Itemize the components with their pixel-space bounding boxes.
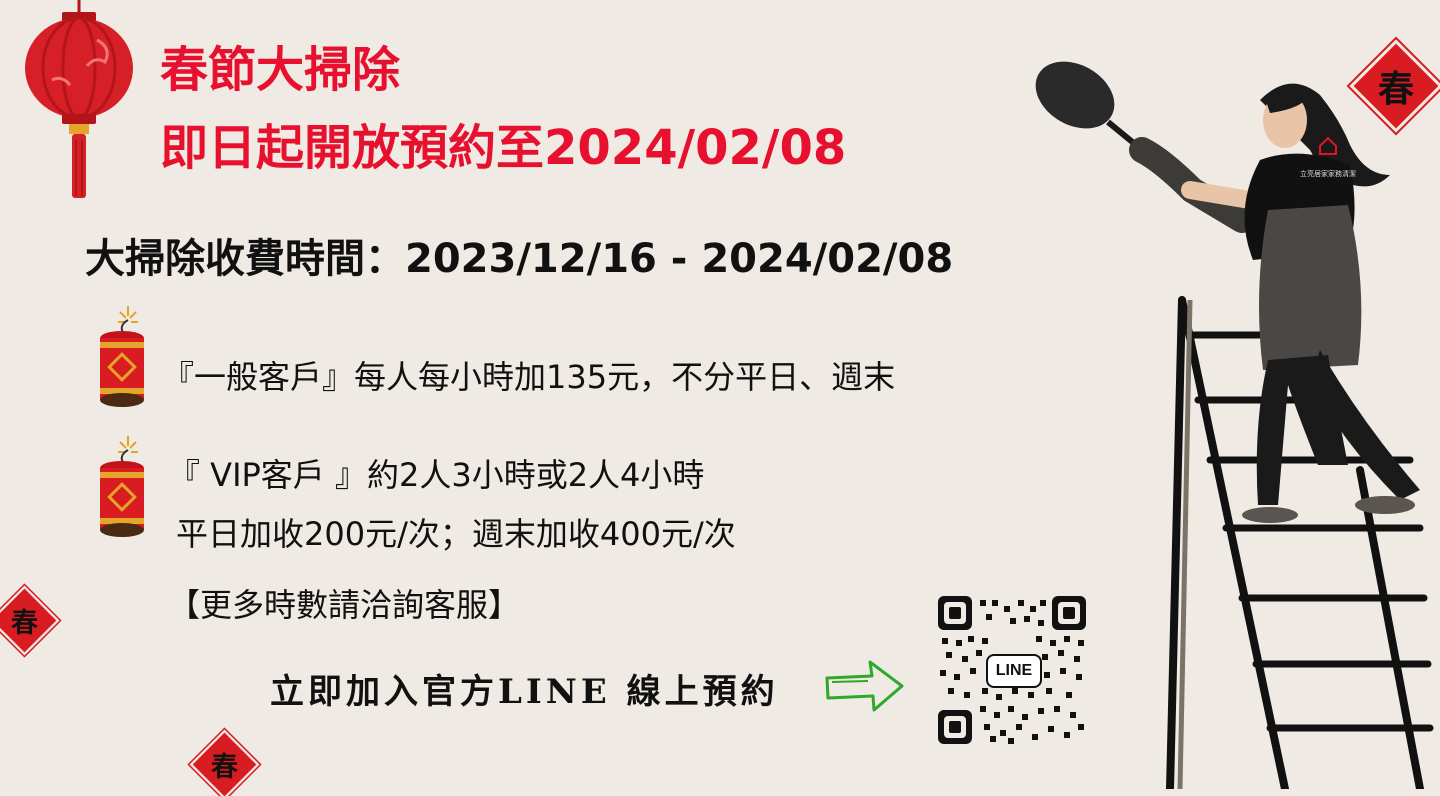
- shirt-logo-text: 立亮居家家務清潔: [1300, 169, 1356, 178]
- spring-character: 春: [10, 607, 38, 639]
- vip-customer-surcharge: 平日加收200元/次；週末加收400元/次: [176, 515, 736, 553]
- spring-decoration: 春: [192, 732, 257, 796]
- page-subtitle: 即日起開放預約至2024/02/08: [160, 120, 847, 176]
- arrow-right-icon: [825, 660, 904, 712]
- general-customer-pricing: 『一般客戶』每人每小時加135元，不分平日、週末: [162, 358, 896, 396]
- firecracker-icon: [100, 306, 144, 407]
- spring-character: 春: [210, 751, 238, 783]
- cleaning-period: 大掃除收費時間：2023/12/16 - 2024/02/08: [85, 236, 954, 282]
- page-title: 春節大掃除: [160, 42, 401, 98]
- cleaner-illustration: 立亮居家家務清潔: [1035, 61, 1434, 789]
- more-hours-note: 【更多時數請洽詢客服】: [168, 586, 521, 624]
- spring-decoration: 春: [0, 588, 57, 653]
- firecracker-icon: [100, 436, 144, 537]
- vip-customer-hours: 『 VIP客戶 』約2人3小時或2人4小時: [168, 456, 705, 494]
- line-booking-cta: 立即加入官方LINE 線上預約: [270, 672, 779, 712]
- lantern-icon: [25, 0, 133, 198]
